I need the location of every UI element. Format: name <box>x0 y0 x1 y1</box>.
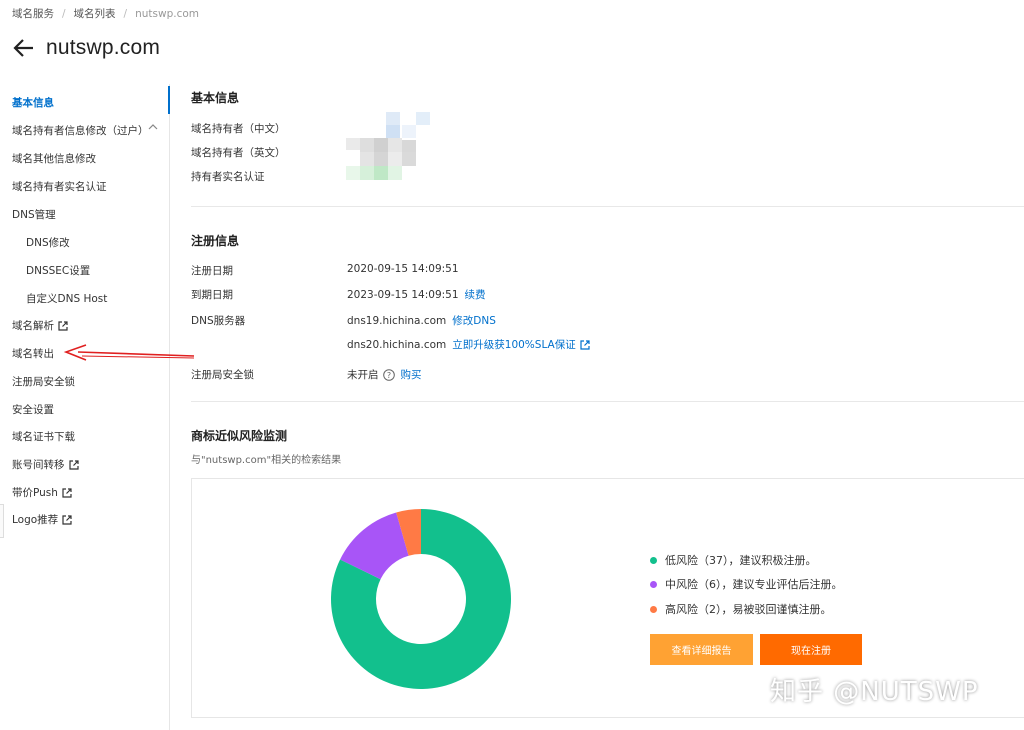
external-link-icon <box>68 459 79 470</box>
breadcrumb-separator: / <box>123 7 128 20</box>
sidebar-item-dnssec[interactable]: DNSSEC设置 <box>26 263 90 278</box>
section-divider <box>191 401 1024 402</box>
registry-lock-label: 注册局安全锁 <box>191 369 254 381</box>
upgrade-sla-link[interactable]: 立即升级获100%SLA保证 <box>452 337 575 352</box>
sidebar-item-account-transfer[interactable]: 账号间转移 <box>12 457 79 472</box>
sidebar-item-dns-modify[interactable]: DNS修改 <box>26 235 70 250</box>
sidebar-item-other-info[interactable]: 域名其他信息修改 <box>12 151 96 166</box>
sidebar-item-basic-info[interactable]: 基本信息 <box>12 95 54 110</box>
dns-server-1: dns19.hichina.com 修改DNS <box>347 313 496 328</box>
sidebar-item-registry-lock[interactable]: 注册局安全锁 <box>12 374 75 389</box>
registration-title: 注册信息 <box>191 234 240 248</box>
page-title: nutswp.com <box>46 36 161 59</box>
back-arrow-icon[interactable] <box>12 36 36 60</box>
verification-label: 持有者实名认证 <box>191 171 265 183</box>
breadcrumb-separator: / <box>62 7 66 20</box>
risk-donut-chart <box>331 509 511 689</box>
sidebar-item-logo[interactable]: Logo推荐 <box>12 512 72 527</box>
external-link-icon[interactable] <box>580 339 590 350</box>
help-icon[interactable]: ? <box>382 368 395 381</box>
view-report-button[interactable]: 查看详细报告 <box>650 634 753 665</box>
renew-link[interactable]: 续费 <box>465 287 486 302</box>
breadcrumb: 域名服务 / 域名列表 / nutswp.com <box>12 6 199 21</box>
buy-lock-link[interactable]: 购买 <box>401 367 422 382</box>
expire-date-label: 到期日期 <box>191 289 233 301</box>
sidebar-item-security[interactable]: 安全设置 <box>12 402 54 417</box>
title-row: nutswp.com <box>12 36 160 60</box>
sidebar-item-transfer-out[interactable]: 域名转出 <box>12 346 54 361</box>
legend-low-risk: 低风险（37），建议积极注册。 <box>650 552 817 568</box>
basic-info-title: 基本信息 <box>191 91 240 105</box>
sidebar-item-dns-management[interactable]: DNS管理 <box>12 207 56 222</box>
reg-date-label: 注册日期 <box>191 265 233 277</box>
legend-high-risk: 高风险（2），易被驳回谨慎注册。 <box>650 601 832 617</box>
sidebar-item-realname[interactable]: 域名持有者实名认证 <box>12 179 107 194</box>
breadcrumb-domain-list[interactable]: 域名列表 <box>74 6 116 21</box>
external-link-icon <box>62 514 72 525</box>
trademark-title: 商标近似风险监测 <box>191 429 288 443</box>
dns-server-label: DNS服务器 <box>191 315 246 327</box>
legend-dot-low <box>650 556 657 564</box>
sidebar-item-price-push[interactable]: 带价Push <box>12 485 72 500</box>
register-now-button[interactable]: 现在注册 <box>760 634 862 665</box>
watermark: 知乎 @NUTSWP <box>770 677 979 707</box>
trademark-subtitle: 与"nutswp.com"相关的检索结果 <box>191 455 342 466</box>
sidebar-item-certificate[interactable]: 域名证书下载 <box>12 429 75 444</box>
redacted-info-mosaic <box>346 112 430 180</box>
legend-medium-risk: 中风险（6），建议专业评估后注册。 <box>650 576 843 592</box>
dns-server-2: dns20.hichina.com 立即升级获100%SLA保证 <box>347 337 590 352</box>
collapse-handle[interactable] <box>0 504 4 538</box>
active-indicator <box>168 86 170 114</box>
chevron-up-icon[interactable] <box>148 123 158 131</box>
legend-dot-high <box>650 605 657 613</box>
external-link-icon <box>58 320 68 331</box>
modify-dns-link[interactable]: 修改DNS <box>452 313 496 328</box>
section-divider <box>191 206 1024 207</box>
owner-en-label: 域名持有者（英文） <box>191 147 286 159</box>
legend-dot-medium <box>650 580 657 588</box>
reg-date-value: 2020-09-15 14:09:51 <box>347 263 459 275</box>
breadcrumb-current: nutswp.com <box>135 7 200 20</box>
registry-lock-value: 未开启 ? 购买 <box>347 367 422 382</box>
sidebar-item-owner-transfer[interactable]: 域名持有者信息修改（过户） <box>12 123 149 138</box>
breadcrumb-domain-service[interactable]: 域名服务 <box>12 6 54 21</box>
sidebar-item-dns-resolve[interactable]: 域名解析 <box>12 318 68 333</box>
svg-text:?: ? <box>386 371 390 380</box>
owner-cn-label: 域名持有者（中文） <box>191 123 286 135</box>
external-link-icon <box>62 487 72 498</box>
annotation-arrow-icon <box>63 344 195 361</box>
sidebar-item-custom-dns-host[interactable]: 自定义DNS Host <box>26 291 107 306</box>
expire-date-value: 2023-09-15 14:09:51 续费 <box>347 287 486 302</box>
